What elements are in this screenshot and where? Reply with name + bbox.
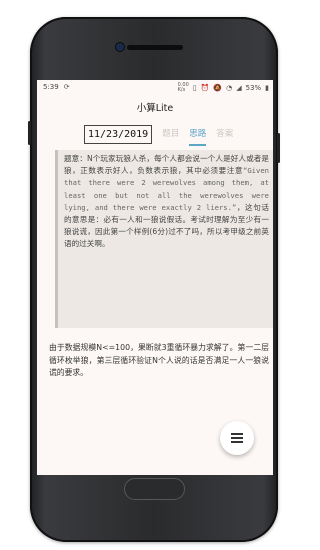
network-speed: 0.00 K/s: [177, 82, 189, 93]
home-button: [124, 478, 185, 500]
solution-text: 由于数据规模N<=100，果断就3重循环暴力求解了。第一二层循环枚举狼，第三层循…: [49, 343, 269, 378]
problem-desc: N个玩家玩狼人杀，每个人都会说一个人是好人或者是狼，正数表示好人，负数表示狼，其…: [64, 154, 269, 176]
sim-icon: ▯: [192, 84, 197, 92]
problem-text: 题意：N个玩家玩狼人杀，每个人都会说一个人是好人或者是狼，正数表示好人，负数表示…: [64, 153, 269, 251]
earpiece-speaker: [127, 45, 183, 50]
menu-fab[interactable]: [220, 421, 254, 455]
battery-icon: ▮: [265, 84, 269, 92]
status-time: 5:39: [43, 83, 59, 91]
volume-button: [28, 121, 31, 145]
status-bar: 5:39 ⟳ 0.00 K/s ▯ ⏰ 🔕 ◔ ◢ 53% ▮: [37, 80, 273, 96]
menu-icon: [231, 433, 243, 443]
front-camera: [116, 43, 124, 51]
power-button: [277, 133, 280, 163]
phone-top-bezel: [30, 17, 278, 83]
problem-blockquote: 题意：N个玩家玩狼人杀，每个人都会说一个人是好人或者是狼，正数表示好人，负数表示…: [55, 150, 273, 328]
sync-icon: ⟳: [63, 83, 70, 91]
date-picker[interactable]: 11/23/2019: [84, 124, 153, 144]
app-title: 小算Lite: [136, 103, 174, 114]
app-screen: 5:39 ⟳ 0.00 K/s ▯ ⏰ 🔕 ◔ ◢ 53% ▮ 小算Lite 11…: [37, 80, 273, 475]
tab-approach[interactable]: 思路: [189, 126, 207, 146]
problem-prefix: 题意：: [64, 154, 87, 163]
battery-percent: 53%: [245, 84, 262, 92]
tab-bar: 11/23/2019 题目 思路 答案: [84, 124, 233, 146]
silent-icon: 🔕: [213, 84, 223, 92]
wifi-icon: ◔: [226, 84, 233, 92]
app-bar: 小算Lite: [37, 96, 273, 118]
signal-icon: ◢: [236, 84, 242, 92]
alarm-icon: ⏰: [200, 84, 210, 92]
tab-problem[interactable]: 题目: [162, 126, 179, 143]
tab-answer[interactable]: 答案: [216, 126, 233, 143]
